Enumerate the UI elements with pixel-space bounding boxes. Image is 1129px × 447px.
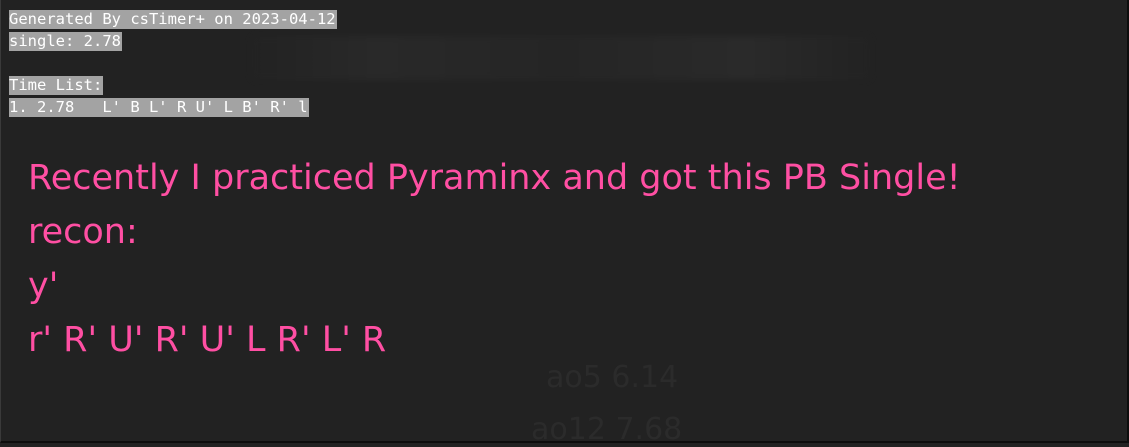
caption-solution: r' R' U' R' U' L R' L' R xyxy=(28,320,387,360)
caption-rotation: y' xyxy=(28,266,59,306)
export-header: Generated By csTimer+ on 2023-04-12 xyxy=(9,10,337,29)
screenshot-frame: ao5 6.14 ao12 7.68 Generated By csTimer+… xyxy=(0,0,1129,447)
faded-background-text-2: ao12 7.68 xyxy=(531,412,683,447)
time-list-item: 1. 2.78 L' B L' R U' L B' R' l xyxy=(9,98,309,117)
caption-overlay: Recently I practiced Pyraminx and got th… xyxy=(28,151,961,367)
caption-headline: Recently I practiced Pyraminx and got th… xyxy=(28,158,961,198)
caption-recon-label: recon: xyxy=(28,212,138,252)
time-list-title: Time List: xyxy=(9,76,104,95)
faded-background-banner xyxy=(251,36,871,80)
timer-export-text: Generated By csTimer+ on 2023-04-12 sing… xyxy=(9,8,337,118)
single-time: single: 2.78 xyxy=(9,32,122,51)
